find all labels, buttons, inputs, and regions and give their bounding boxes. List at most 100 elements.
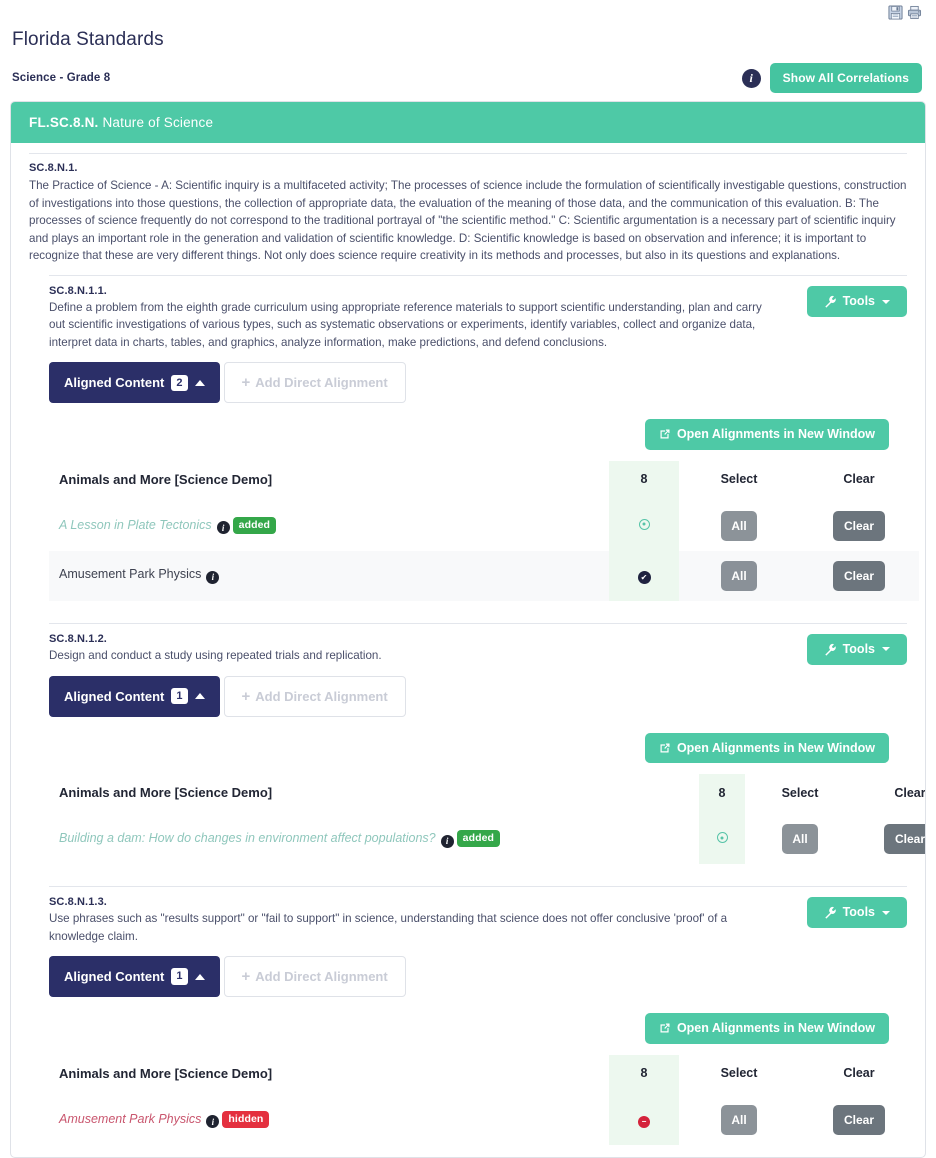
info-icon[interactable]: i <box>206 570 220 584</box>
open-alignments-wrapper: Open Alignments in New Window <box>49 732 907 764</box>
benchmark-list: SC.8.N.1.1. Define a problem from the ei… <box>29 275 925 1157</box>
print-icon[interactable] <box>907 5 922 20</box>
aligned-content-toggle[interactable]: Aligned Content 1 <box>49 956 220 997</box>
tools-label: Tools <box>842 905 875 920</box>
benchmark-sc.8.n.1.2: SC.8.N.1.2. Design and conduct a study u… <box>49 622 925 877</box>
card-header-code: FL.SC.8.N. <box>29 115 99 130</box>
tools-label: Tools <box>842 641 875 656</box>
table-row: Amusement Park Physics i hidden − All Clea… <box>49 1094 919 1145</box>
alignment-title[interactable]: Building a dam: How do changes in enviro… <box>49 814 699 864</box>
subtitle-row: Science - Grade 8 i Show All Correlation… <box>12 63 924 93</box>
wrench-icon <box>824 295 836 308</box>
page-title: Florida Standards <box>12 29 164 50</box>
status-badge: hidden <box>222 1110 270 1128</box>
aligned-content-count: 1 <box>171 968 188 985</box>
select-all-button[interactable]: All <box>721 1104 757 1135</box>
select-column-header: Select <box>781 785 819 800</box>
benchmark-text: SC.8.N.1.3. Use phrases such as "results… <box>49 896 764 945</box>
card-body: SC.8.N.1. The Practice of Science - A: S… <box>11 143 925 1157</box>
aligned-content-label: Aligned Content <box>64 688 165 704</box>
table-header-row: Animals and More [Science Demo] 8 Select… <box>49 774 925 815</box>
product-title: Animals and More [Science Demo] <box>59 785 273 801</box>
wrench-icon <box>824 643 836 656</box>
status-icon-hidden[interactable]: − <box>638 1115 650 1128</box>
table-header-row: Animals and More [Science Demo] 8 Select… <box>49 460 919 501</box>
select-column-header: Select <box>720 1066 758 1080</box>
add-direct-alignment-button[interactable]: + Add Direct Alignment <box>223 956 406 997</box>
info-icon[interactable]: i <box>741 68 761 88</box>
grade-status-cell <box>609 500 679 551</box>
clear-cell: Clear <box>855 814 925 864</box>
show-all-correlations-button[interactable]: Show All Correlations <box>769 63 922 93</box>
external-link-icon <box>660 429 670 439</box>
info-icon[interactable]: i <box>216 521 230 535</box>
clear-column-header: Clear <box>843 1066 875 1080</box>
alignment-table: Animals and More [Science Demo] 8 Select… <box>49 460 919 601</box>
open-alignments-label: Open Alignments in New Window <box>676 740 875 755</box>
aligned-content-toggle[interactable]: Aligned Content 1 <box>49 675 220 717</box>
status-icon-selected[interactable]: ✔ <box>637 571 651 585</box>
open-alignments-button[interactable]: Open Alignments in New Window <box>644 419 889 450</box>
benchmark-header: SC.8.N.1.1. Define a problem from the ei… <box>49 285 907 351</box>
table-body: Amusement Park Physics i hidden − All Clea… <box>49 1094 919 1145</box>
select-all-button[interactable]: All <box>721 510 757 541</box>
aligned-content-label: Aligned Content <box>64 969 165 984</box>
tools-button[interactable]: Tools <box>806 286 907 318</box>
clear-button[interactable]: Clear <box>883 824 925 855</box>
info-icon[interactable]: i <box>206 1115 220 1129</box>
save-floppy-icon[interactable] <box>888 5 903 20</box>
standard-description: The Practice of Science - A: Scientific … <box>29 179 907 263</box>
grade-status-cell: − <box>609 1094 679 1145</box>
status-icon-partial[interactable] <box>638 518 650 530</box>
chevron-up-icon <box>194 379 205 386</box>
header-actions: i Show All Correlations <box>741 63 924 93</box>
grade-column-header: 8 <box>699 774 745 815</box>
clear-button[interactable]: Clear <box>832 560 886 591</box>
benchmark-description: Define a problem from the eighth grade c… <box>49 301 762 349</box>
clear-button[interactable]: Clear <box>832 510 886 541</box>
product-title: Animals and More [Science Demo] <box>59 471 273 487</box>
tools-button[interactable]: Tools <box>806 633 907 665</box>
open-alignments-wrapper: Open Alignments in New Window <box>49 1013 907 1044</box>
external-link-icon <box>660 1023 670 1033</box>
tools-button[interactable]: Tools <box>806 897 907 929</box>
clear-column-header: Clear <box>843 472 875 487</box>
table-body: Building a dam: How do changes in enviro… <box>49 814 925 865</box>
alignment-title[interactable]: A Lesson in Plate Tectonics i added <box>49 501 609 551</box>
clear-button[interactable]: Clear <box>832 1104 886 1135</box>
wrench-icon <box>824 907 836 919</box>
alignment-title[interactable]: Amusement Park Physics i <box>49 551 609 601</box>
add-direct-alignment-button[interactable]: + Add Direct Alignment <box>223 675 406 717</box>
select-all-button[interactable]: All <box>782 824 818 855</box>
chevron-up-icon <box>194 973 205 980</box>
grade-column-header: 8 <box>609 1054 679 1095</box>
select-all-button[interactable]: All <box>721 560 757 591</box>
status-badge: added <box>456 830 501 848</box>
subject-grade-label: Science - Grade 8 <box>12 72 111 84</box>
status-icon-partial[interactable] <box>716 832 728 844</box>
benchmark-code: SC.8.N.1.3. <box>49 896 107 909</box>
clear-cell: Clear <box>799 501 919 551</box>
add-direct-alignment-label: Add Direct Alignment <box>255 688 388 704</box>
alignment-table: Animals and More [Science Demo] 8 Select… <box>49 1054 919 1145</box>
card-header-title: Nature of Science <box>102 115 214 130</box>
add-direct-alignment-button[interactable]: + Add Direct Alignment <box>223 362 406 404</box>
open-alignments-label: Open Alignments in New Window <box>676 427 875 442</box>
add-direct-alignment-label: Add Direct Alignment <box>255 375 388 391</box>
info-icon[interactable]: i <box>440 834 454 848</box>
benchmark-code: SC.8.N.1.1. <box>49 285 107 298</box>
open-alignments-button[interactable]: Open Alignments in New Window <box>644 1013 889 1044</box>
aligned-content-toggle[interactable]: Aligned Content 2 <box>49 362 220 404</box>
alignment-title[interactable]: Amusement Park Physics i hidden <box>49 1095 609 1145</box>
alignment-controls: Aligned Content 1 + Add Direct Alignment <box>49 675 907 717</box>
chevron-down-icon <box>882 647 890 652</box>
tools-label: Tools <box>842 294 875 309</box>
chevron-up-icon <box>194 693 205 700</box>
header-icon-group <box>888 5 922 20</box>
standards-card: FL.SC.8.N. Nature of Science SC.8.N.1. T… <box>10 101 926 1158</box>
open-alignments-button[interactable]: Open Alignments in New Window <box>644 732 889 764</box>
benchmark-header: SC.8.N.1.3. Use phrases such as "results… <box>49 896 907 945</box>
aligned-content-label: Aligned Content <box>64 375 165 391</box>
